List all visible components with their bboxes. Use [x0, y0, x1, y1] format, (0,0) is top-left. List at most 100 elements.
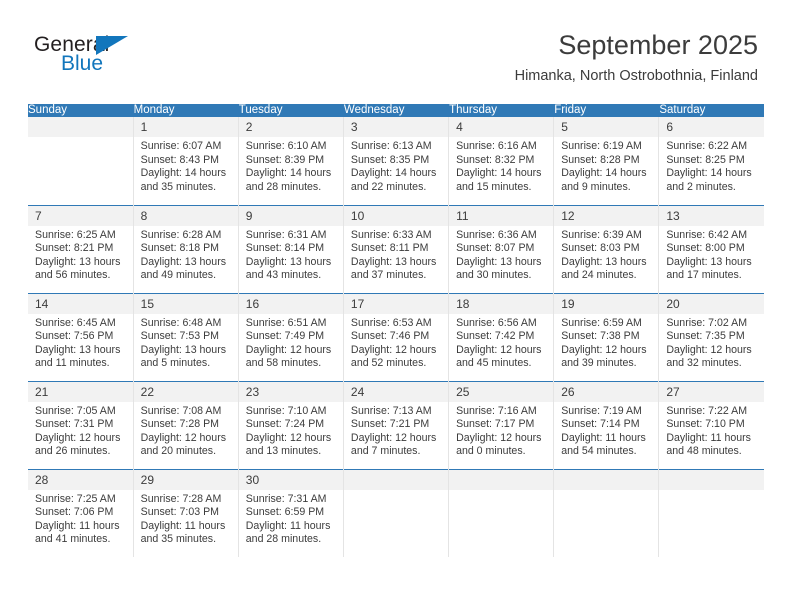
day-number	[554, 469, 659, 490]
day-number: 22	[133, 381, 238, 402]
sunrise-text: Sunrise: 6:45 AM	[35, 316, 116, 329]
sunset-text: Sunset: 8:35 PM	[350, 153, 430, 166]
sunrise-text: Sunrise: 6:28 AM	[140, 228, 222, 241]
day-sun-info: Sunrise: 7:16 AM Sunset: 7:17 PM Daylight:…	[449, 402, 553, 459]
daylight-text-line1: Daylight: 14 hours	[456, 167, 542, 180]
day-number: 1	[133, 117, 238, 137]
general-blue-logo[interactable]: General Blue	[34, 33, 234, 81]
calendar-table: Sunday Monday Tuesday Wednesday Thursday…	[28, 104, 764, 557]
day-number: 26	[554, 381, 659, 402]
daylight-text-line1: Daylight: 13 hours	[140, 343, 227, 356]
sunrise-text: Sunrise: 6:48 AM	[140, 316, 222, 329]
sunrise-text: Sunrise: 6:13 AM	[350, 140, 432, 152]
daylight-text-line1: Daylight: 13 hours	[456, 255, 542, 268]
calendar-day-cell-empty	[553, 468, 660, 557]
day-number: 24	[343, 381, 449, 402]
sunrise-text: Sunrise: 7:16 AM	[456, 404, 537, 417]
daylight-text-line2: and 17 minutes.	[666, 269, 742, 282]
sunset-text: Sunset: 8:11 PM	[350, 242, 429, 255]
calendar-day-cell[interactable]: 10 Sunrise: 6:33 AM Sunset: 8:11 PM Dayligh…	[343, 204, 450, 293]
calendar-day-cell-empty	[448, 468, 555, 557]
calendar-day-cell[interactable]: 22 Sunrise: 7:08 AM Sunset: 7:28 PM Dayligh…	[133, 380, 239, 469]
sunrise-text: Sunrise: 7:08 AM	[140, 404, 222, 417]
day-number: 11	[449, 205, 554, 226]
calendar-week-row: 21 Sunrise: 7:05 AM Sunset: 7:31 PM Dayligh…	[28, 380, 764, 469]
calendar-day-cell[interactable]: 2 Sunrise: 6:10 AM Sunset: 8:39 PM Daylight…	[238, 117, 344, 205]
sunrise-text: Sunrise: 6:51 AM	[245, 316, 327, 329]
day-sun-info: Sunrise: 6:53 AM Sunset: 7:46 PM Daylight:…	[344, 314, 448, 371]
calendar-week-row: 1 Sunrise: 6:07 AM Sunset: 8:43 PM Daylight…	[28, 117, 764, 205]
day-sun-info: Sunrise: 7:22 AM Sunset: 7:10 PM Daylight:…	[659, 402, 764, 459]
daylight-text-line2: and 2 minutes.	[666, 180, 736, 193]
page-title: September 2025	[558, 30, 758, 60]
calendar-week-row: 14 Sunrise: 6:45 AM Sunset: 7:56 PM Dayligh…	[28, 292, 764, 381]
day-sun-info: Sunrise: 6:45 AM Sunset: 7:56 PM Daylight:…	[28, 314, 133, 371]
calendar-day-cell[interactable]: 1 Sunrise: 6:07 AM Sunset: 8:43 PM Daylight…	[133, 117, 239, 205]
day-number	[449, 469, 554, 490]
calendar-day-cell[interactable]: 23 Sunrise: 7:10 AM Sunset: 7:24 PM Dayligh…	[238, 380, 344, 469]
day-sun-info: Sunrise: 6:33 AM Sunset: 8:11 PM Daylight:…	[344, 226, 448, 283]
calendar-day-cell[interactable]: 3 Sunrise: 6:13 AM Sunset: 8:35 PM Daylight…	[343, 117, 450, 205]
calendar-day-cell[interactable]: 13 Sunrise: 6:42 AM Sunset: 8:00 PM Dayligh…	[658, 204, 764, 293]
calendar-day-cell[interactable]: 12 Sunrise: 6:39 AM Sunset: 8:03 PM Dayligh…	[553, 204, 660, 293]
calendar-day-cell[interactable]: 26 Sunrise: 7:19 AM Sunset: 7:14 PM Dayligh…	[553, 380, 660, 469]
day-number: 13	[659, 205, 764, 226]
calendar-day-cell[interactable]: 6 Sunrise: 6:22 AM Sunset: 8:25 PM Daylight…	[659, 117, 764, 205]
calendar-day-cell[interactable]: 11 Sunrise: 6:36 AM Sunset: 8:07 PM Dayligh…	[448, 204, 555, 293]
day-sun-info: Sunrise: 6:13 AM Sunset: 8:35 PM Daylight:…	[344, 137, 448, 194]
sunrise-text: Sunrise: 7:19 AM	[561, 404, 642, 417]
calendar-day-cell[interactable]: 25 Sunrise: 7:16 AM Sunset: 7:17 PM Dayligh…	[448, 380, 555, 469]
day-number: 2	[238, 117, 343, 137]
calendar-day-cell[interactable]: 24 Sunrise: 7:13 AM Sunset: 7:21 PM Dayligh…	[343, 380, 450, 469]
daylight-text-line2: and 11 minutes.	[35, 357, 110, 370]
calendar-day-cell[interactable]: 28 Sunrise: 7:25 AM Sunset: 7:06 PM Dayligh…	[28, 468, 134, 557]
weekday-header-friday: Friday	[553, 104, 660, 117]
calendar-day-cell[interactable]: 30 Sunrise: 7:31 AM Sunset: 6:59 PM Dayligh…	[238, 468, 344, 557]
calendar-day-cell[interactable]: 16 Sunrise: 6:51 AM Sunset: 7:49 PM Dayligh…	[238, 292, 344, 381]
day-sun-info: Sunrise: 7:25 AM Sunset: 7:06 PM Daylight:…	[28, 490, 133, 547]
daylight-text-line2: and 56 minutes.	[35, 269, 111, 282]
calendar-day-cell[interactable]: 18 Sunrise: 6:56 AM Sunset: 7:42 PM Dayligh…	[448, 292, 555, 381]
day-number: 5	[554, 117, 659, 137]
calendar-day-cell[interactable]: 29 Sunrise: 7:28 AM Sunset: 7:03 PM Dayligh…	[133, 468, 239, 557]
title-block: September 2025 Himanka, North Ostrobothn…	[515, 28, 758, 85]
calendar-day-cell[interactable]: 21 Sunrise: 7:05 AM Sunset: 7:31 PM Dayligh…	[28, 380, 134, 469]
sunset-text: Sunset: 8:18 PM	[140, 242, 219, 255]
sunset-text: Sunset: 7:17 PM	[456, 418, 535, 431]
page-header: General Blue September 2025 Himanka, Nor…	[0, 0, 792, 104]
calendar-day-cell[interactable]: 17 Sunrise: 6:53 AM Sunset: 7:46 PM Dayligh…	[343, 292, 450, 381]
daylight-text-line2: and 35 minutes.	[140, 180, 217, 193]
calendar-day-cell[interactable]: 27 Sunrise: 7:22 AM Sunset: 7:10 PM Dayligh…	[658, 380, 764, 469]
daylight-text-line1: Daylight: 13 hours	[35, 343, 121, 356]
calendar-body: 1 Sunrise: 6:07 AM Sunset: 8:43 PM Daylight…	[28, 117, 764, 557]
calendar-day-cell[interactable]: 8 Sunrise: 6:28 AM Sunset: 8:18 PM Daylight…	[133, 204, 239, 293]
calendar-day-cell[interactable]: 9 Sunrise: 6:31 AM Sunset: 8:14 PM Daylight…	[238, 204, 344, 293]
sunrise-text: Sunrise: 6:42 AM	[666, 228, 748, 241]
day-number: 12	[554, 205, 659, 226]
calendar-header-row: Sunday Monday Tuesday Wednesday Thursday…	[28, 104, 764, 117]
day-number: 29	[133, 469, 238, 490]
weekday-header-saturday: Saturday	[658, 104, 764, 117]
weekday-header-wednesday: Wednesday	[343, 104, 450, 117]
sunset-text: Sunset: 7:31 PM	[35, 418, 114, 431]
calendar-day-cell[interactable]: 14 Sunrise: 6:45 AM Sunset: 7:56 PM Dayligh…	[28, 292, 134, 381]
calendar-day-cell[interactable]: 7 Sunrise: 6:25 AM Sunset: 8:21 PM Daylight…	[28, 204, 134, 293]
sunrise-text: Sunrise: 6:33 AM	[350, 228, 432, 241]
daylight-text-line2: and 32 minutes.	[666, 357, 742, 370]
daylight-text-line2: and 0 minutes.	[456, 445, 526, 458]
daylight-text-line1: Daylight: 12 hours	[456, 343, 542, 356]
day-number: 9	[238, 205, 343, 226]
day-sun-info: Sunrise: 6:10 AM Sunset: 8:39 PM Daylight:…	[239, 137, 343, 194]
calendar-day-cell[interactable]: 20 Sunrise: 7:02 AM Sunset: 7:35 PM Dayligh…	[658, 292, 764, 381]
day-number: 3	[343, 117, 449, 137]
calendar-day-cell[interactable]: 4 Sunrise: 6:16 AM Sunset: 8:32 PM Daylight…	[448, 117, 555, 205]
calendar-day-cell[interactable]: 15 Sunrise: 6:48 AM Sunset: 7:53 PM Dayligh…	[133, 292, 239, 381]
day-number: 16	[238, 293, 343, 314]
day-sun-info: Sunrise: 6:56 AM Sunset: 7:42 PM Daylight:…	[449, 314, 553, 371]
daylight-text-line2: and 15 minutes.	[456, 180, 532, 193]
calendar-day-cell[interactable]: 5 Sunrise: 6:19 AM Sunset: 8:28 PM Daylight…	[553, 117, 660, 205]
sunset-text: Sunset: 8:25 PM	[666, 153, 745, 166]
calendar-day-cell[interactable]: 19 Sunrise: 6:59 AM Sunset: 7:38 PM Dayligh…	[553, 292, 660, 381]
sunset-text: Sunset: 8:28 PM	[561, 153, 640, 166]
day-sun-info: Sunrise: 6:16 AM Sunset: 8:32 PM Daylight:…	[449, 137, 553, 194]
